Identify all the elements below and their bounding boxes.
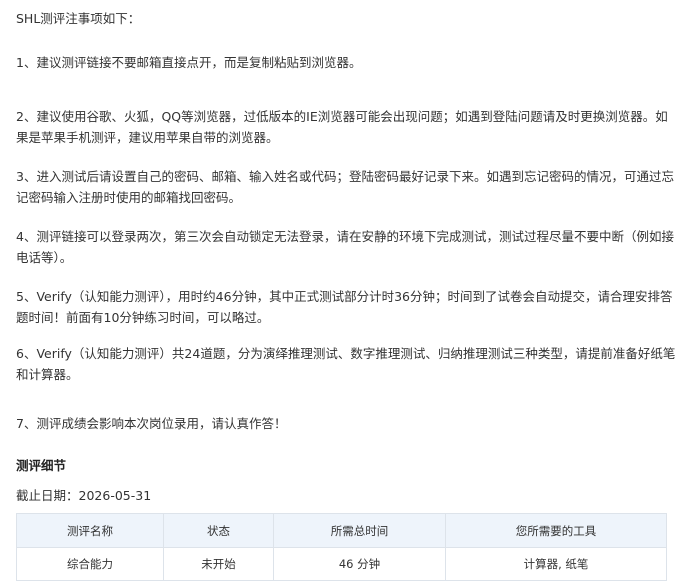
column-header-tools: 您所需要的工具 xyxy=(445,513,667,548)
notice-item-6: 6、Verify（认知能力测评）共24道题，分为演绎推理测试、数字推理测试、归纳… xyxy=(16,346,676,382)
notice-item-2: 2、建议使用谷歌、火狐，QQ等浏览器，过低版本的IE浏览器可能会出现问题；如遇到… xyxy=(16,109,668,145)
column-header-name: 测评名称 xyxy=(16,513,164,548)
assessment-notice-page: SHL测评注事项如下： 1、建议测评链接不要邮箱直接点开，而是复制粘贴到浏览器。… xyxy=(0,0,697,585)
notice-item-1: 1、建议测评链接不要邮箱直接点开，而是复制粘贴到浏览器。 xyxy=(16,55,362,70)
table-header-row: 测评名称 状态 所需总时间 您所需要的工具 xyxy=(16,513,667,548)
deadline-line: 截止日期：2026-05-31 xyxy=(16,485,151,506)
column-header-duration: 所需总时间 xyxy=(273,513,446,548)
notice-item-3: 3、进入测试后请设置自己的密码、邮箱、输入姓名或代码；登陆密码最好记录下来。如遇… xyxy=(16,169,674,205)
cell-assessment-name: 综合能力 xyxy=(16,547,164,581)
deadline-label: 截止日期： xyxy=(16,488,79,503)
table-row: 综合能力 未开始 46 分钟 计算器, 纸笔 xyxy=(16,547,667,581)
column-header-status: 状态 xyxy=(163,513,274,548)
details-section-title: 测评细节 xyxy=(16,458,67,473)
assessment-table: 测评名称 状态 所需总时间 您所需要的工具 综合能力 未开始 46 分钟 计算器… xyxy=(16,513,667,581)
cell-status: 未开始 xyxy=(163,547,274,581)
cell-tools: 计算器, 纸笔 xyxy=(445,547,667,581)
notice-item-4: 4、测评链接可以登录两次，第三次会自动锁定无法登录，请在安静的环境下完成测试，测… xyxy=(16,229,674,265)
deadline-value: 2026-05-31 xyxy=(78,488,152,503)
notice-intro: SHL测评注事项如下： xyxy=(16,11,141,26)
notice-item-5: 5、Verify（认知能力测评），用时约46分钟，其中正式测试部分计时36分钟；… xyxy=(16,289,673,325)
notice-item-7: 7、测评成绩会影响本次岗位录用，请认真作答！ xyxy=(16,416,287,431)
cell-duration: 46 分钟 xyxy=(273,547,446,581)
